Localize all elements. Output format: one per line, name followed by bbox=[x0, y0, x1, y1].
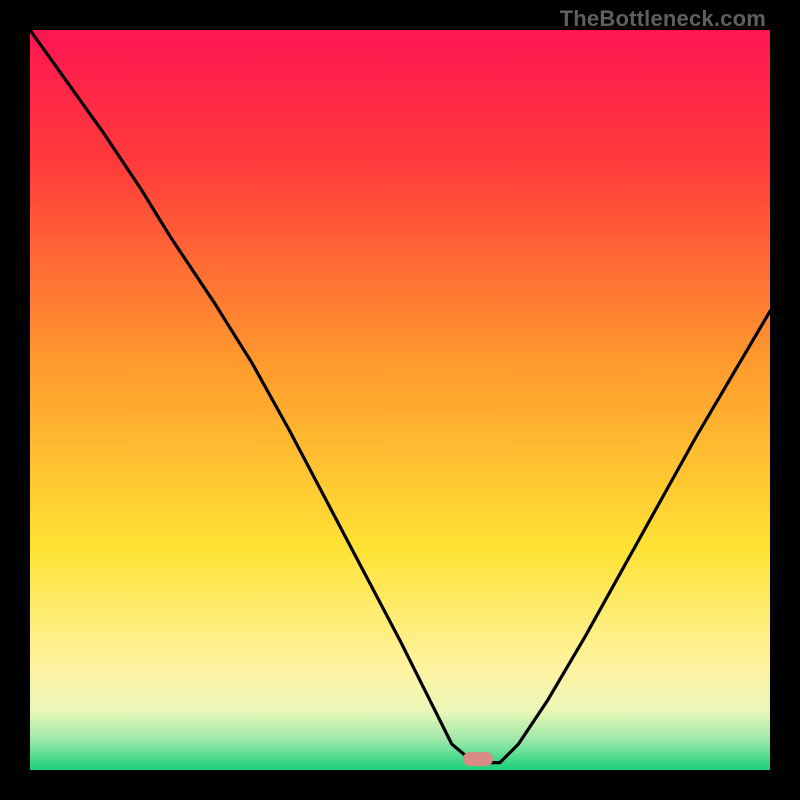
optimal-marker bbox=[463, 752, 493, 766]
watermark-label: TheBottleneck.com bbox=[560, 6, 766, 32]
heat-gradient bbox=[30, 30, 770, 770]
plot-area bbox=[30, 30, 770, 770]
chart-frame: TheBottleneck.com bbox=[0, 0, 800, 800]
